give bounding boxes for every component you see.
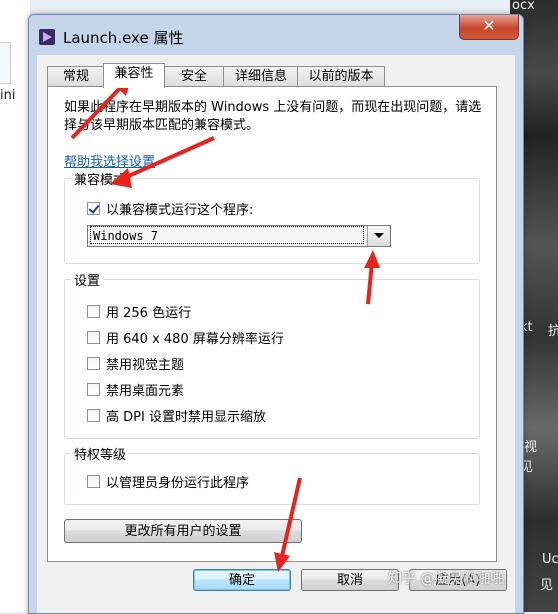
option-disable-desktop-composition[interactable]: 禁用桌面元素 xyxy=(87,380,184,399)
checkbox-icon xyxy=(87,331,100,344)
tab-previous-versions[interactable]: 以前的版本 xyxy=(297,66,385,87)
run-as-admin-checkbox[interactable]: 以管理员身份运行此程序 xyxy=(87,472,249,491)
option-label: 高 DPI 设置时禁用显示缩放 xyxy=(106,410,266,425)
checkbox-icon xyxy=(87,409,100,422)
compat-mode-checkbox-label: 以兼容模式运行这个程序: xyxy=(106,203,254,218)
checkbox-icon xyxy=(87,305,100,318)
chevron-down-icon[interactable] xyxy=(367,226,390,246)
watermark: 知乎 @凝灵啊啪啪 xyxy=(388,571,505,587)
os-version-value: Windows 7 xyxy=(90,226,364,244)
background-text: 抗 xyxy=(548,324,558,339)
option-label: 禁用视觉主题 xyxy=(106,358,185,373)
dialog-client-area: 常规 兼容性 安全 详细信息 以前的版本 如果此程序在早期版本的 Windows… xyxy=(37,55,515,613)
close-button[interactable]: ✕ xyxy=(459,15,519,40)
run-as-admin-label: 以管理员身份运行此程序 xyxy=(106,476,250,491)
os-version-select[interactable]: Windows 7 xyxy=(87,225,391,247)
compat-mode-group: 兼容模式 以兼容模式运行这个程序: Windows 7 xyxy=(64,169,480,264)
background-left-text: ini xyxy=(0,88,16,103)
compat-mode-label: 兼容模式 xyxy=(71,169,130,188)
compatibility-panel: 如果此程序在早期版本的 Windows 上没有问题，而现在出现问题，请选择与该早… xyxy=(47,86,497,562)
window-title: Launch.exe 属性 xyxy=(63,29,184,47)
title-bar[interactable]: Launch.exe 属性 ✕ xyxy=(29,15,523,55)
checkbox-icon xyxy=(87,475,100,488)
checkbox-icon xyxy=(87,383,100,396)
option-disable-dpi-scaling[interactable]: 高 DPI 设置时禁用显示缩放 xyxy=(87,406,266,425)
background-text: 视 xyxy=(524,440,538,455)
change-all-users-button[interactable]: 更改所有用户的设置 xyxy=(64,519,302,543)
cancel-button[interactable]: 取消 xyxy=(301,569,399,591)
compat-mode-checkbox[interactable]: 以兼容模式运行这个程序: xyxy=(87,199,253,218)
ok-button[interactable]: 确定 xyxy=(193,569,291,591)
option-label: 用 256 色运行 xyxy=(106,306,192,321)
tab-general[interactable]: 常规 xyxy=(47,66,105,87)
tab-compatibility[interactable]: 兼容性 xyxy=(103,63,165,88)
checkbox-checked-icon xyxy=(87,202,100,215)
help-me-choose-link[interactable]: 帮助我选择设置 xyxy=(64,151,155,170)
close-icon: ✕ xyxy=(482,16,496,35)
settings-group: 设置 用 256 色运行 用 640 x 480 屏幕分辨率运行 禁用视觉主题 … xyxy=(64,270,480,439)
background-text: ocx xyxy=(512,0,535,13)
checkbox-icon xyxy=(87,357,100,370)
option-640x480[interactable]: 用 640 x 480 屏幕分辨率运行 xyxy=(87,328,284,347)
settings-label: 设置 xyxy=(71,270,104,289)
option-label: 禁用桌面元素 xyxy=(106,384,185,399)
option-label: 用 640 x 480 屏幕分辨率运行 xyxy=(106,332,284,347)
background-left-item xyxy=(0,42,11,84)
properties-dialog: Launch.exe 属性 ✕ 常规 兼容性 安全 详细信息 以前的版本 如果此… xyxy=(28,14,524,614)
compatibility-description: 如果此程序在早期版本的 Windows 上没有问题，而现在出现问题，请选择与该早… xyxy=(64,100,482,133)
tab-security[interactable]: 安全 xyxy=(163,66,225,87)
background-text: 见 xyxy=(540,578,554,593)
privilege-level-group: 特权等级 以管理员身份运行此程序 xyxy=(64,444,480,505)
privilege-level-label: 特权等级 xyxy=(71,444,130,463)
option-256-colors[interactable]: 用 256 色运行 xyxy=(87,302,191,321)
tab-details[interactable]: 详细信息 xyxy=(223,66,299,87)
background-text: Uc xyxy=(542,552,558,567)
option-disable-visual-themes[interactable]: 禁用视觉主题 xyxy=(87,354,184,373)
app-icon xyxy=(39,29,55,45)
